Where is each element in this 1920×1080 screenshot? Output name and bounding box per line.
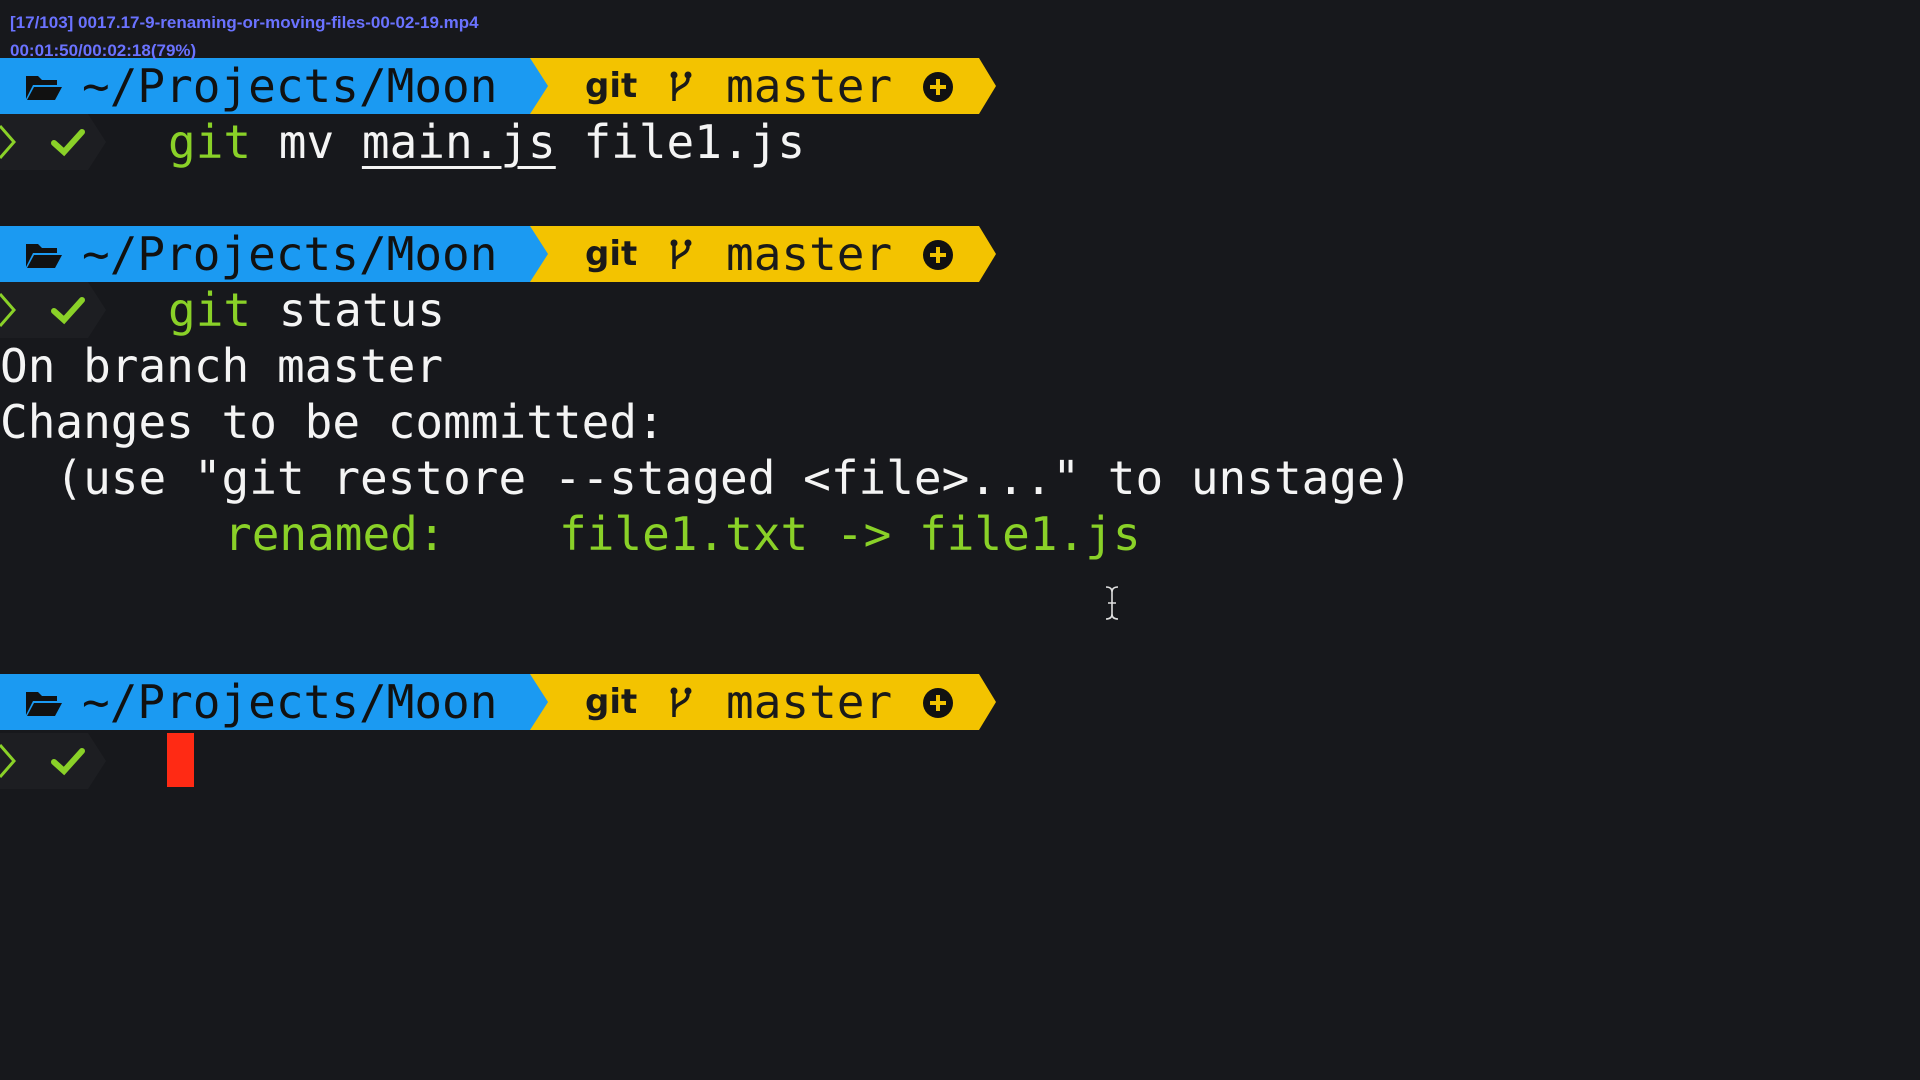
plus-circle-icon bbox=[923, 240, 953, 270]
branch-name: master bbox=[726, 59, 893, 113]
plus-circle-icon bbox=[923, 72, 953, 102]
git-label: git bbox=[585, 66, 638, 106]
git-segment-arrow bbox=[979, 674, 996, 730]
status-row: git status bbox=[0, 282, 1800, 338]
plus-circle-icon bbox=[923, 688, 953, 718]
video-title-overlay: [17/103] 0017.17-9-renaming-or-moving-fi… bbox=[10, 13, 479, 32]
renamed-value: file1.txt -> file1.js bbox=[559, 507, 1141, 561]
prompt-bar: ~/Projects/Moon git master bbox=[0, 58, 1000, 114]
terminal-window[interactable]: [17/103] 0017.17-9-renaming-or-moving-fi… bbox=[0, 0, 1920, 1080]
command-line: git mv main.js file1.js bbox=[168, 114, 805, 170]
renamed-label: renamed: bbox=[224, 507, 446, 561]
command-git: git bbox=[168, 283, 252, 337]
terminal-input-cursor[interactable] bbox=[167, 733, 194, 787]
path-segment-arrow bbox=[530, 674, 548, 730]
prompt-bar: ~/Projects/Moon git master bbox=[0, 226, 1000, 282]
status-row bbox=[0, 733, 1800, 789]
git-branch-icon bbox=[670, 687, 692, 717]
path-segment-arrow bbox=[530, 226, 548, 282]
output-line: Changes to be committed: bbox=[0, 395, 665, 449]
video-time-overlay: 00:01:50/00:02:18(79%) bbox=[10, 41, 197, 60]
command-sub: status bbox=[278, 283, 445, 337]
folder-open-icon bbox=[26, 76, 62, 100]
git-branch-icon bbox=[670, 71, 692, 101]
prompt-bar: ~/Projects/Moon git master bbox=[0, 674, 1000, 730]
folder-open-icon bbox=[26, 244, 62, 268]
command-git: git bbox=[168, 115, 252, 169]
git-label: git bbox=[585, 682, 638, 722]
git-branch-icon bbox=[670, 239, 692, 269]
status-segment bbox=[0, 114, 106, 170]
status-row: git mv main.js file1.js bbox=[0, 114, 1800, 170]
path-text: ~/Projects/Moon bbox=[82, 227, 498, 281]
status-segment bbox=[0, 282, 106, 338]
branch-name: master bbox=[726, 675, 893, 729]
git-segment-arrow bbox=[979, 58, 996, 114]
command-sub: mv bbox=[278, 115, 335, 169]
branch-name: master bbox=[726, 227, 893, 281]
output-line: On branch master bbox=[0, 339, 444, 393]
git-segment-arrow bbox=[979, 226, 996, 282]
path-text: ~/Projects/Moon bbox=[82, 59, 498, 113]
folder-open-icon bbox=[26, 692, 62, 716]
command-arg: main.js bbox=[361, 115, 556, 169]
command-arg: file1.js bbox=[583, 115, 806, 169]
path-text: ~/Projects/Moon bbox=[82, 675, 498, 729]
text-cursor-icon bbox=[1105, 586, 1119, 620]
path-segment-arrow bbox=[530, 58, 548, 114]
status-segment bbox=[0, 733, 106, 789]
command-line: git status bbox=[168, 282, 445, 338]
git-label: git bbox=[585, 234, 638, 274]
output-line: (use "git restore --staged <file>..." to… bbox=[0, 451, 1413, 505]
